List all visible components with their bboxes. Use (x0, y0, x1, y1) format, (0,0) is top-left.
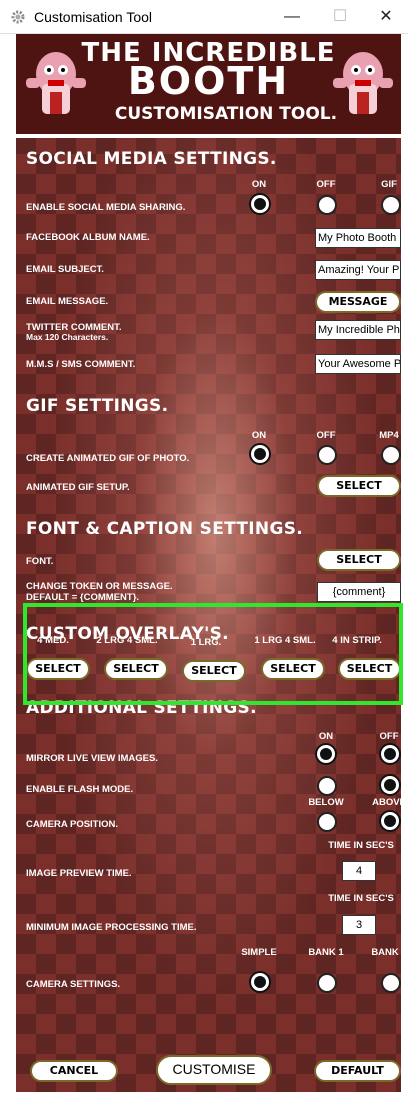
social-heading: SOCIAL MEDIA SETTINGS. (26, 149, 277, 169)
customise-button[interactable]: CUSTOMISE (156, 1055, 272, 1085)
camera-bank2-radio[interactable] (381, 973, 401, 993)
overlays-highlight-box (23, 603, 403, 705)
camera-settings-label: CAMERA SETTINGS. (26, 979, 121, 990)
add-col-off: OFF (379, 731, 399, 742)
facebook-album-input[interactable]: My Photo Booth (315, 228, 401, 248)
enable-sharing-label: ENABLE SOCIAL MEDIA SHARING. (26, 202, 186, 213)
email-subject-input[interactable]: Amazing! Your Photo (315, 260, 401, 280)
logo-subtitle: CUSTOMISATION TOOL. (114, 104, 338, 124)
default-button[interactable]: DEFAULT (314, 1060, 401, 1082)
font-label: FONT. (26, 556, 54, 567)
header-divider (16, 134, 401, 138)
sharing-on-radio[interactable] (251, 195, 269, 213)
flash-on-radio[interactable] (317, 776, 337, 796)
col-off: OFF (316, 179, 336, 190)
font-select-button[interactable]: SELECT (317, 549, 401, 571)
processing-time-header: TIME IN SEC'S (328, 893, 394, 904)
email-message-button[interactable]: MESSAGE (315, 291, 401, 313)
camera-col-bank2: BANK 2 (371, 947, 401, 958)
camera-col-bank1: BANK 1 (308, 947, 344, 958)
twitter-comment-input[interactable]: My Incredible Photo (315, 320, 401, 340)
camera-simple-radio[interactable] (251, 973, 269, 991)
gif-off-radio[interactable] (317, 445, 337, 465)
header-banner: THE INCREDIBLE BOOTH CUSTOMISATION TOOL. (16, 34, 401, 134)
gif-col-on: ON (251, 430, 267, 441)
customisation-window: THE INCREDIBLE BOOTH CUSTOMISATION TOOL.… (16, 34, 401, 1092)
gif-col-mp4: MP4 (379, 430, 399, 441)
gear-icon (11, 10, 25, 24)
sharing-gif-radio[interactable] (381, 195, 401, 215)
gif-mp4-radio[interactable] (381, 445, 401, 465)
flash-off-radio[interactable] (381, 776, 399, 794)
mirror-on-radio[interactable] (317, 745, 335, 763)
position-below-radio[interactable] (317, 812, 337, 832)
col-gif: GIF (381, 179, 397, 190)
preview-time-input[interactable]: 4 (342, 861, 376, 881)
mascot-right-icon (333, 52, 393, 114)
mirror-off-radio[interactable] (381, 745, 399, 763)
camera-bank1-radio[interactable] (317, 973, 337, 993)
mms-comment-label: M.M.S / SMS COMMENT. (26, 359, 136, 370)
token-input[interactable]: {comment} (317, 582, 401, 602)
mms-comment-input[interactable]: Your Awesome Photo (315, 354, 401, 374)
gif-col-off: OFF (316, 430, 336, 441)
preview-time-label: IMAGE PREVIEW TIME. (26, 868, 132, 879)
font-heading: FONT & CAPTION SETTINGS. (26, 519, 304, 539)
add-col-on: ON (318, 731, 334, 742)
flash-label: ENABLE FLASH MODE. (26, 784, 134, 795)
maximize-button[interactable]: ☐ (318, 4, 362, 30)
twitter-limit-label: Max 120 Characters. (26, 332, 109, 342)
mirror-label: MIRROR LIVE VIEW IMAGES. (26, 753, 158, 764)
processing-time-input[interactable]: 3 (342, 915, 376, 935)
processing-time-label: MINIMUM IMAGE PROCESSING TIME. (26, 922, 197, 933)
position-above-radio[interactable] (381, 812, 399, 830)
email-message-label: EMAIL MESSAGE. (26, 296, 109, 307)
cancel-button[interactable]: CANCEL (30, 1060, 118, 1082)
window-title: Customisation Tool (34, 9, 153, 25)
camera-position-label: CAMERA POSITION. (26, 819, 119, 830)
title-bar: Customisation Tool — ☐ ✕ (0, 0, 408, 34)
gif-setup-label: ANIMATED GIF SETUP. (26, 482, 130, 493)
camera-col-simple: SIMPLE (241, 947, 277, 958)
token-default-label: DEFAULT = {COMMENT}. (26, 592, 140, 603)
gif-on-radio[interactable] (251, 445, 269, 463)
preview-time-header: TIME IN SEC'S (328, 840, 394, 851)
close-button[interactable]: ✕ (364, 4, 408, 30)
position-col-above: ABOVE (372, 797, 401, 808)
token-label: CHANGE TOKEN OR MESSAGE. (26, 581, 173, 592)
minimize-button[interactable]: — (270, 4, 314, 30)
facebook-album-label: FACEBOOK ALBUM NAME. (26, 232, 150, 243)
sharing-off-radio[interactable] (317, 195, 337, 215)
gif-heading: GIF SETTINGS. (26, 396, 169, 416)
col-on: ON (251, 179, 267, 190)
email-subject-label: EMAIL SUBJECT. (26, 264, 104, 275)
position-col-below: BELOW (308, 797, 344, 808)
create-gif-label: CREATE ANIMATED GIF OF PHOTO. (26, 453, 190, 464)
gif-setup-button[interactable]: SELECT (317, 475, 401, 497)
